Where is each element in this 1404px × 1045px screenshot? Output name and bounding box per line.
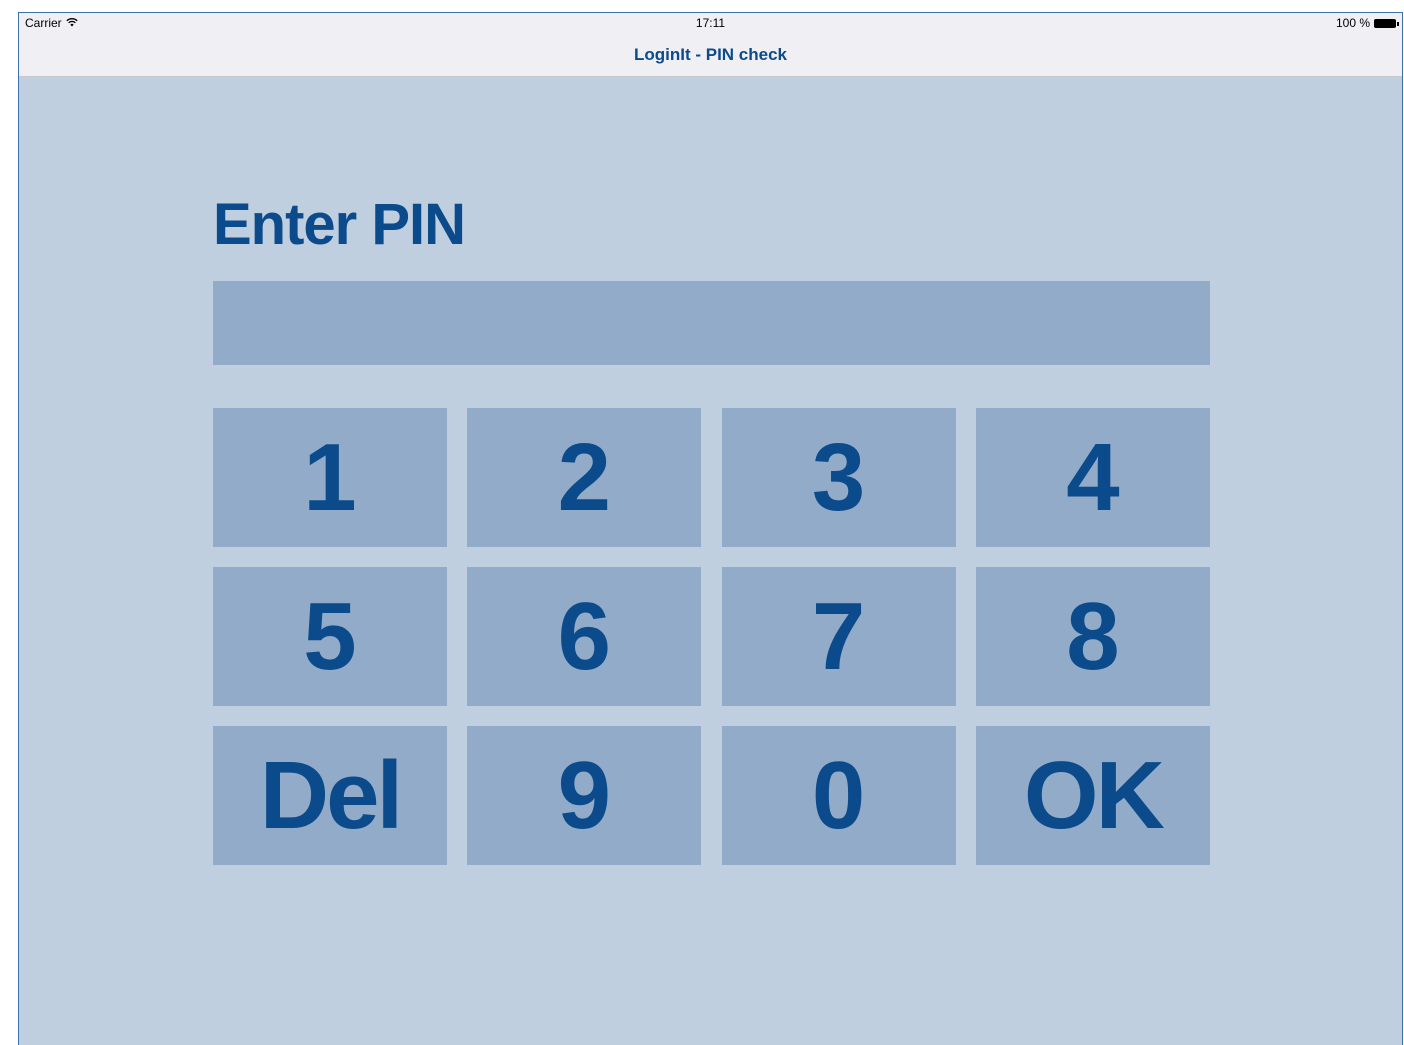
battery-icon — [1374, 18, 1399, 28]
nav-title: LoginIt - PIN check — [633, 45, 788, 64]
pin-keypad: 1 2 3 4 5 6 7 8 Del 9 0 OK — [213, 408, 1210, 865]
key-4[interactable]: 4 — [975, 408, 1210, 547]
key-2[interactable]: 2 — [467, 408, 702, 547]
status-bar: Carrier 17:11 100 % — [19, 13, 1402, 33]
key-7[interactable]: 7 — [721, 567, 956, 706]
key-0[interactable]: 0 — [721, 726, 956, 865]
key-1[interactable]: 1 — [213, 408, 447, 547]
app-screen: Carrier 17:11 100 % LoginIt - PIN check … — [18, 12, 1403, 1045]
ok-button[interactable]: OK — [975, 726, 1210, 865]
key-3[interactable]: 3 — [721, 408, 956, 547]
key-8[interactable]: 8 — [975, 567, 1210, 706]
key-5[interactable]: 5 — [213, 567, 447, 706]
pin-input[interactable] — [213, 281, 1210, 365]
status-right: 100 % — [1335, 16, 1399, 30]
key-9[interactable]: 9 — [467, 726, 702, 865]
key-6[interactable]: 6 — [467, 567, 702, 706]
battery-percentage: 100 % — [1335, 16, 1370, 30]
navigation-bar: LoginIt - PIN check — [19, 33, 1402, 77]
delete-button[interactable]: Del — [213, 726, 447, 865]
enter-pin-heading: Enter PIN — [213, 192, 466, 257]
status-time: 17:11 — [695, 16, 726, 30]
